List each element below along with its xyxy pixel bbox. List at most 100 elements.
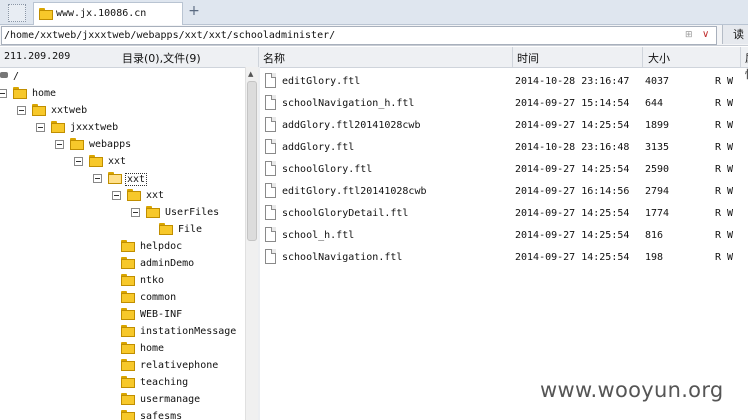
address-bar: /home/xxtweb/jxxxtweb/webapps/xxt/xxt/sc… [0,25,748,46]
file-attr: R W [715,98,734,109]
tab-title: www.jx.10086.cn [56,8,147,19]
collapse-toggle-icon[interactable] [112,191,121,200]
column-header-bar: 211.209.209 目录(0),文件(9) 名称 时间 大小 属性 [0,47,748,81]
tree-node-label: xxt [146,190,165,201]
file-time: 2014-10-28 23:16:48 [515,142,630,153]
tree-node[interactable]: File [0,222,245,239]
scrollbar-thumb[interactable] [247,81,257,241]
tree-node[interactable]: teaching [0,375,245,392]
folder-icon [121,308,136,320]
tree-node-label: relativephone [140,360,219,371]
chevron-down-icon[interactable]: ∨ [702,29,709,40]
column-separator [642,47,643,67]
file-row[interactable]: editGlory.ftl 2014-10-28 23:16:47 4037 R W [260,70,748,92]
tree-node-label: safesms [140,411,183,420]
file-row[interactable]: school_h.ftl 2014-09-27 14:25:54 816 R W [260,224,748,246]
tree-node[interactable]: xxt [0,171,245,188]
file-row[interactable]: schoolGloryDetail.ftl 2014-09-27 14:25:54… [260,202,748,224]
tree-node-label: UserFiles [165,207,220,218]
tree-node[interactable]: home [0,86,245,103]
file-row[interactable]: schoolGlory.ftl 2014-09-27 14:25:54 2590 R … [260,158,748,180]
file-attr: R W [715,186,734,197]
tree-node[interactable]: helpdoc [0,239,245,256]
folder-icon [121,257,136,269]
file-row[interactable]: schoolNavigation_h.ftl 2014-09-27 15:14:5… [260,92,748,114]
column-time[interactable]: 时间 [517,50,539,66]
root-drive-icon [0,72,8,78]
file-row[interactable]: addGlory.ftl20141028cwb 2014-09-27 14:25:… [260,114,748,136]
tree-node[interactable]: webapps [0,137,245,154]
tree-node[interactable]: home [0,341,245,358]
file-icon [265,73,276,88]
tree-node[interactable]: adminDemo [0,256,245,273]
tab-list-icon[interactable] [8,4,26,22]
path-input[interactable]: /home/xxtweb/jxxxtweb/webapps/xxt/xxt/sc… [1,26,717,45]
collapse-toggle-icon[interactable] [93,174,102,183]
file-size: 4037 [645,76,670,87]
dir-summary: 目录(0),文件(9) [122,52,201,65]
tree-node[interactable]: common [0,290,245,307]
tree-node-label: ntko [140,275,165,286]
read-button[interactable]: 读 [722,25,748,44]
file-name: schoolNavigation_h.ftl [282,98,415,109]
tree-node[interactable]: relativephone [0,358,245,375]
tree-node-label: home [140,343,165,354]
file-row[interactable]: addGlory.ftl 2014-10-28 23:16:48 3135 R W [260,136,748,158]
column-size[interactable]: 大小 [648,50,670,66]
folder-icon [108,172,123,184]
file-name: addGlory.ftl20141028cwb [282,120,421,131]
tree-node[interactable]: safesms [0,409,245,420]
folder-icon [146,206,161,218]
file-time: 2014-09-27 14:25:54 [515,230,630,241]
folder-icon [121,325,136,337]
collapse-toggle-icon[interactable] [36,123,45,132]
collapse-toggle-icon[interactable] [131,208,140,217]
file-row[interactable]: editGlory.ftl20141028cwb 2014-09-27 16:14… [260,180,748,202]
file-name: school_h.ftl [282,230,355,241]
tree-node[interactable]: usermanage [0,392,245,409]
file-row[interactable]: schoolNavigation.ftl 2014-09-27 14:25:54 1… [260,246,748,268]
collapse-toggle-icon[interactable] [0,89,7,98]
file-attr: R W [715,208,734,219]
scroll-up-icon[interactable]: ▲ [248,70,253,78]
file-attr: R W [715,120,734,131]
tree-node[interactable]: ntko [0,273,245,290]
file-time: 2014-09-27 14:25:54 [515,208,630,219]
directory-tree: / home xxtweb jxxxtweb webapps xxt xxt xxt UserF… [0,67,245,420]
file-name: schoolGloryDetail.ftl [282,208,409,219]
file-size: 816 [645,230,664,241]
tree-scrollbar[interactable]: ▲ [245,67,259,420]
tree-node-label: common [140,292,177,303]
tree-node[interactable]: WEB-INF [0,307,245,324]
file-name: schoolGlory.ftl [282,164,373,175]
file-icon [265,95,276,110]
file-time: 2014-09-27 14:25:54 [515,252,630,263]
tree-node[interactable]: xxtweb [0,103,245,120]
file-size: 1774 [645,208,670,219]
folder-icon [70,138,85,150]
file-size: 644 [645,98,664,109]
tab-bar: www.jx.10086.cn + [0,0,748,25]
column-separator [258,47,259,67]
new-tab-button[interactable]: + [186,3,202,19]
tree-node[interactable]: xxt [0,154,245,171]
tab-current[interactable]: www.jx.10086.cn [33,2,183,25]
collapse-toggle-icon[interactable] [17,106,26,115]
tree-node[interactable]: jxxxtweb [0,120,245,137]
folder-icon [121,240,136,252]
file-attr: R W [715,252,734,263]
file-size: 2590 [645,164,670,175]
file-size: 1899 [645,120,670,131]
collapse-toggle-icon[interactable] [74,157,83,166]
tree-node-label: xxt [108,156,127,167]
tree-node[interactable]: UserFiles [0,205,245,222]
path-text: /home/xxtweb/jxxxtweb/webapps/xxt/xxt/sc… [4,30,336,41]
column-name[interactable]: 名称 [263,50,285,66]
collapse-toggle-icon[interactable] [55,140,64,149]
tree-node[interactable]: xxt [0,188,245,205]
folder-icon [121,274,136,286]
tree-node[interactable]: / [0,69,245,86]
history-icon[interactable]: ⊞ [685,30,693,40]
tree-node-label: teaching [140,377,189,388]
tree-node[interactable]: instationMessage [0,324,245,341]
